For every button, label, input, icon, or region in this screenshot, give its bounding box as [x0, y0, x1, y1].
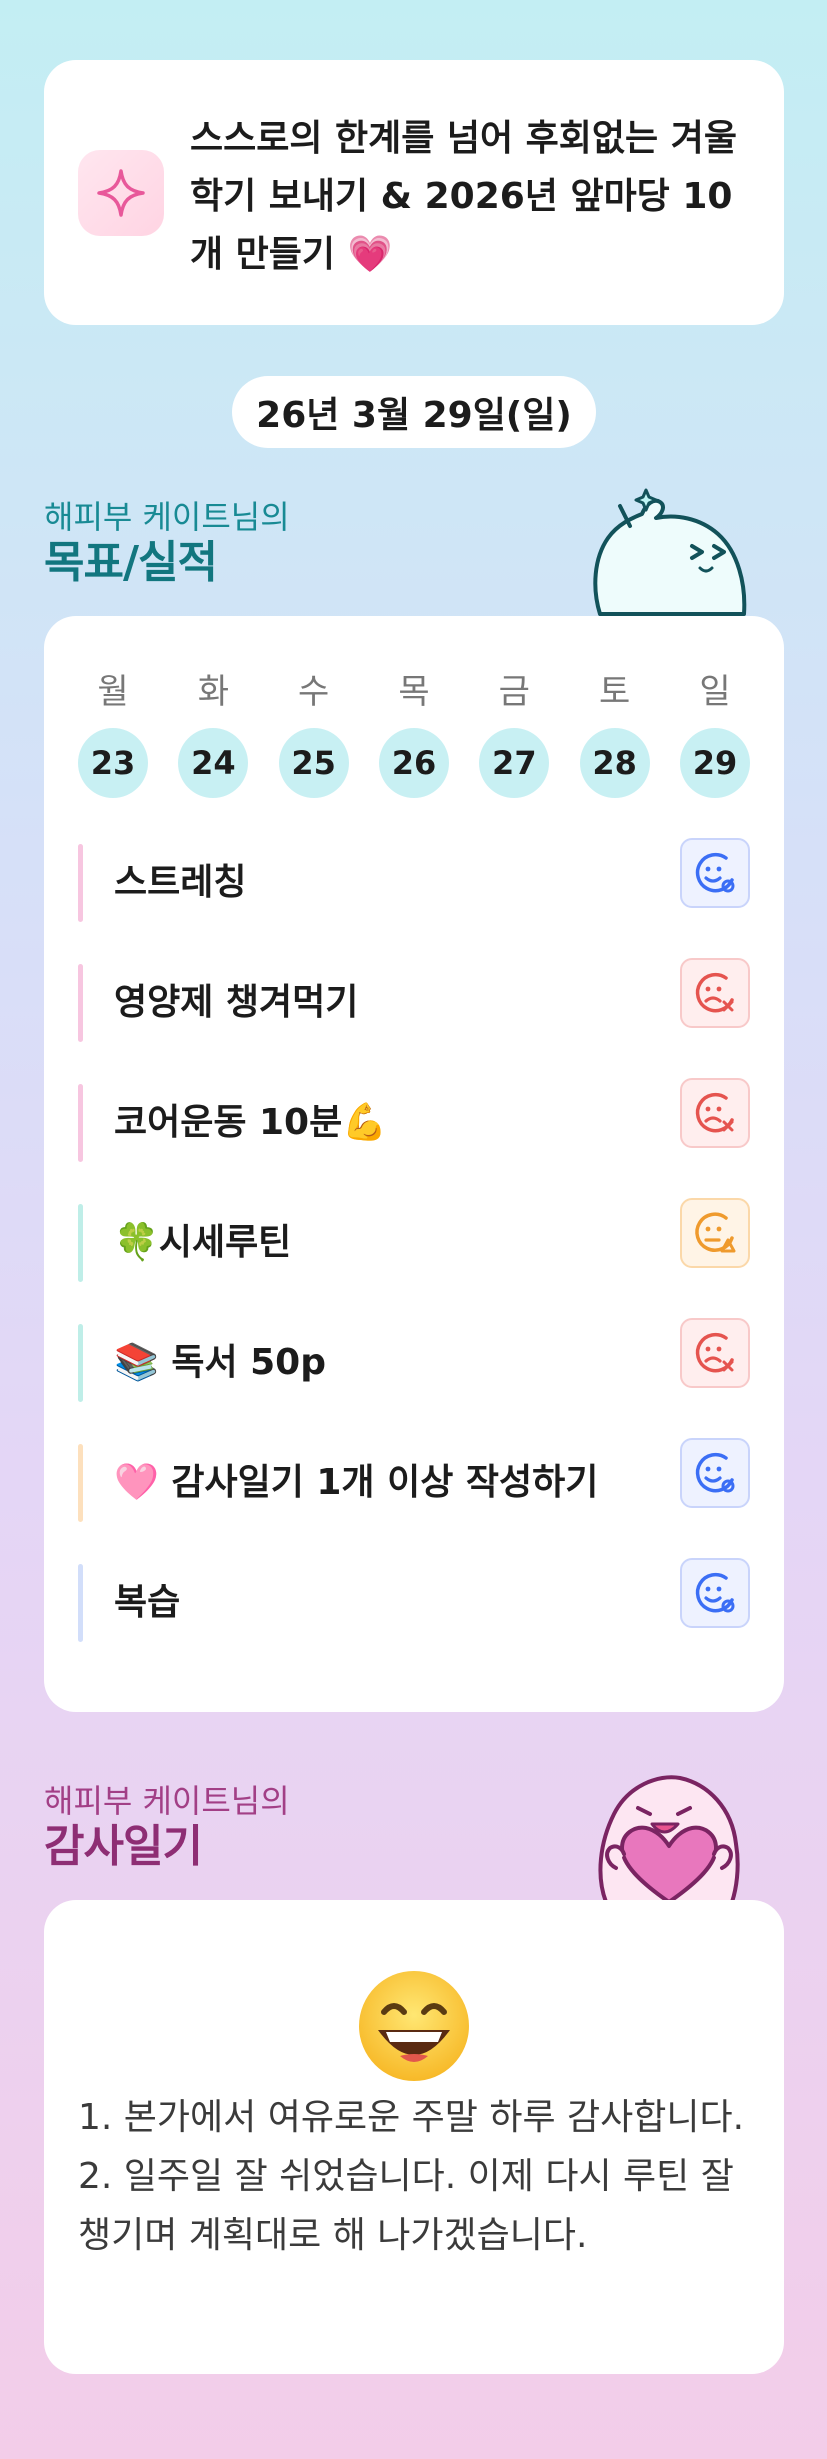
day-column[interactable]: 목 26 [378, 672, 449, 798]
habit-row[interactable]: 영양제 챙겨먹기 [78, 958, 750, 1042]
habit-label: 복습 [114, 1582, 181, 1623]
day-column[interactable]: 금 27 [479, 672, 550, 798]
habit-label: 🍀시세루틴 [114, 1222, 292, 1263]
status-fail-icon[interactable] [680, 1078, 750, 1148]
date-pill[interactable]: 26년 3월 29일(일) [232, 376, 596, 448]
day-column[interactable]: 수 25 [278, 672, 349, 798]
day-number[interactable]: 26 [378, 728, 449, 798]
habit-label: 스트레칭 [114, 862, 247, 903]
habit-color-bar [78, 964, 83, 1042]
day-column[interactable]: 월 23 [78, 672, 148, 798]
gratitude-diary-card: 1. 본가에서 여유로운 주말 하루 감사합니다. 2. 일주일 잘 쉬었습니다… [44, 1900, 784, 2374]
day-name: 목 [398, 672, 430, 712]
goals-section-title: 목표/실적 [44, 537, 218, 588]
habit-label: 📚 독서 50p [114, 1342, 326, 1383]
status-fail-icon[interactable] [680, 958, 750, 1028]
goal-text: 스스로의 한계를 넘어 후회없는 겨울학기 보내기 & 2026년 앞마당 10… [190, 118, 737, 275]
habit-row[interactable]: 복습 [78, 1558, 750, 1642]
habit-label: 영양제 챙겨먹기 [114, 982, 359, 1023]
goal-tracker-card: 월 23 화 24 수 25 목 26 금 27 토 28 일 29 스트레칭 [44, 616, 784, 1712]
diary-line: 1. 본가에서 여유로운 주말 하루 감사합니다. [78, 2097, 745, 2138]
week-row: 월 23 화 24 수 25 목 26 금 27 토 28 일 29 [78, 672, 750, 798]
day-number[interactable]: 28 [579, 728, 650, 798]
day-column[interactable]: 일 29 [679, 672, 750, 798]
diary-text: 1. 본가에서 여유로운 주말 하루 감사합니다. 2. 일주일 잘 쉬었습니다… [78, 2088, 758, 2265]
status-partial-icon[interactable] [680, 1198, 750, 1268]
habit-row[interactable]: 스트레칭 [78, 838, 750, 922]
habit-label: 🩷 감사일기 1개 이상 작성하기 [114, 1462, 599, 1503]
day-name: 금 [498, 672, 530, 712]
habit-label: 코어운동 10분💪 [114, 1102, 388, 1143]
grinning-face-emoji [359, 1971, 469, 2081]
status-done-icon[interactable] [680, 838, 750, 908]
status-fail-icon[interactable] [680, 1318, 750, 1388]
day-number[interactable]: 29 [679, 728, 750, 798]
status-done-icon[interactable] [680, 1558, 750, 1628]
habit-color-bar [78, 1204, 83, 1282]
habit-row[interactable]: 📚 독서 50p [78, 1318, 750, 1402]
habit-color-bar [78, 1564, 83, 1642]
sparkle-icon [78, 150, 164, 236]
diary-section-title: 감사일기 [44, 1821, 203, 1872]
habit-row[interactable]: 🩷 감사일기 1개 이상 작성하기 [78, 1438, 750, 1522]
day-number[interactable]: 23 [78, 728, 148, 798]
habit-color-bar [78, 1324, 83, 1402]
habit-row[interactable]: 🍀시세루틴 [78, 1198, 750, 1282]
habit-color-bar [78, 1084, 83, 1162]
goal-card: 스스로의 한계를 넘어 후회없는 겨울학기 보내기 & 2026년 앞마당 10… [44, 60, 784, 325]
habit-color-bar [78, 1444, 83, 1522]
cheering-mascot-illustration [593, 488, 747, 616]
day-number[interactable]: 27 [479, 728, 550, 798]
day-number[interactable]: 24 [178, 728, 249, 798]
heart-mascot-illustration [598, 1775, 740, 1902]
day-number[interactable]: 25 [278, 728, 349, 798]
day-column[interactable]: 토 28 [579, 672, 650, 798]
day-column[interactable]: 화 24 [178, 672, 249, 798]
habit-color-bar [78, 844, 83, 922]
habit-row[interactable]: 코어운동 10분💪 [78, 1078, 750, 1162]
status-done-icon[interactable] [680, 1438, 750, 1508]
day-name: 일 [699, 672, 731, 712]
day-name: 월 [97, 672, 129, 712]
day-name: 토 [599, 672, 631, 712]
diary-line: 2. 일주일 잘 쉬었습니다. 이제 다시 루틴 잘 챙기며 계획대로 해 나가… [78, 2156, 734, 2256]
day-name: 수 [298, 672, 330, 712]
day-name: 화 [197, 672, 229, 712]
